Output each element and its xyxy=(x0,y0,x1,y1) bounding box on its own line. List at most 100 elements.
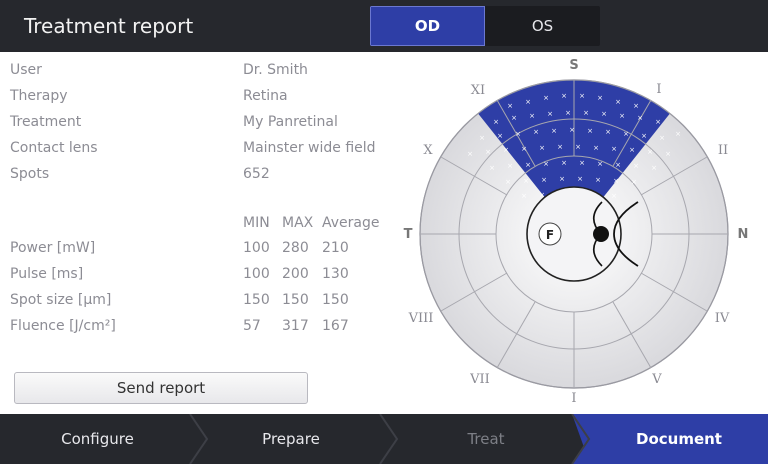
label-sector-xi: XI xyxy=(471,83,485,98)
svg-text:×: × xyxy=(467,150,473,158)
fluence-min: 57 xyxy=(243,318,261,334)
svg-text:×: × xyxy=(507,162,513,170)
svg-text:×: × xyxy=(583,109,589,117)
label-nasal: N xyxy=(738,227,749,242)
svg-text:×: × xyxy=(593,144,599,152)
svg-text:×: × xyxy=(525,98,531,106)
svg-text:×: × xyxy=(623,130,629,138)
label-sector-i-bottom: I xyxy=(571,391,576,406)
svg-text:×: × xyxy=(533,128,539,136)
svg-text:×: × xyxy=(633,162,639,170)
svg-text:×: × xyxy=(497,132,503,140)
svg-text:×: × xyxy=(559,175,565,183)
label-sector-x: X xyxy=(423,143,433,158)
power-max: 280 xyxy=(282,240,309,256)
svg-text:×: × xyxy=(541,176,547,184)
power-average: 210 xyxy=(322,240,349,256)
spot-size-min: 150 xyxy=(243,292,270,308)
label-sector-ii: II xyxy=(718,143,728,158)
spot-size-label: Spot size [µm] xyxy=(10,292,112,308)
svg-text:×: × xyxy=(641,132,647,140)
svg-text:×: × xyxy=(597,94,603,102)
fluence-label: Fluence [J/cm²] xyxy=(10,318,116,334)
power-min: 100 xyxy=(243,240,270,256)
svg-text:×: × xyxy=(651,164,657,172)
label-sector-i-top: I xyxy=(656,82,661,97)
svg-text:×: × xyxy=(507,102,513,110)
svg-text:×: × xyxy=(629,146,635,154)
svg-text:×: × xyxy=(637,114,643,122)
svg-text:×: × xyxy=(579,92,585,100)
os-button[interactable]: OS xyxy=(485,6,600,46)
svg-text:×: × xyxy=(503,146,509,154)
svg-text:×: × xyxy=(525,161,531,169)
power-label: Power [mW] xyxy=(10,240,96,256)
svg-text:×: × xyxy=(493,118,499,126)
average-column-header: Average xyxy=(322,215,380,231)
step-prepare[interactable]: Prepare xyxy=(195,414,387,464)
treatment-label: Treatment xyxy=(10,114,82,130)
spots-value: 652 xyxy=(243,166,270,182)
svg-text:×: × xyxy=(647,148,653,156)
pulse-max: 200 xyxy=(282,266,309,282)
step-document[interactable]: Document xyxy=(590,414,768,464)
step-configure[interactable]: Configure xyxy=(0,414,195,464)
svg-text:×: × xyxy=(613,177,619,185)
title-bar: Treatment report OD OS xyxy=(0,0,768,52)
pulse-average: 130 xyxy=(322,266,349,282)
svg-text:×: × xyxy=(485,148,491,156)
send-report-button[interactable]: Send report xyxy=(14,372,308,404)
svg-text:×: × xyxy=(577,175,583,183)
report-content: User Dr. Smith Therapy Retina Treatment … xyxy=(0,52,768,414)
user-value: Dr. Smith xyxy=(243,62,308,78)
svg-text:×: × xyxy=(611,145,617,153)
svg-text:×: × xyxy=(659,134,665,142)
svg-text:×: × xyxy=(601,110,607,118)
svg-text:×: × xyxy=(505,178,511,186)
spot-size-average: 150 xyxy=(322,292,349,308)
svg-text:×: × xyxy=(655,118,661,126)
user-label: User xyxy=(10,62,42,78)
label-sector-v: V xyxy=(651,372,662,387)
svg-text:×: × xyxy=(561,159,567,167)
svg-text:×: × xyxy=(575,143,581,151)
optic-disc xyxy=(593,226,609,242)
pulse-label: Pulse [ms] xyxy=(10,266,84,282)
spot-size-max: 150 xyxy=(282,292,309,308)
svg-text:×: × xyxy=(515,130,521,138)
svg-text:×: × xyxy=(675,130,681,138)
svg-text:×: × xyxy=(631,178,637,186)
svg-text:×: × xyxy=(489,164,495,172)
label-sector-vii: VII xyxy=(469,372,490,387)
svg-text:×: × xyxy=(521,145,527,153)
svg-text:×: × xyxy=(595,176,601,184)
od-button[interactable]: OD xyxy=(370,6,485,46)
spots-label: Spots xyxy=(10,166,50,182)
svg-text:×: × xyxy=(551,127,557,135)
label-sector-iv: IV xyxy=(715,311,730,326)
step-treat[interactable]: Treat xyxy=(390,414,582,464)
svg-text:×: × xyxy=(615,161,621,169)
label-superior: S xyxy=(569,58,578,73)
svg-text:×: × xyxy=(605,128,611,136)
svg-text:×: × xyxy=(523,177,529,185)
contact-lens-value: Mainster wide field xyxy=(243,140,376,156)
fovea-label: F xyxy=(546,228,554,242)
svg-text:×: × xyxy=(479,134,485,142)
svg-text:×: × xyxy=(547,110,553,118)
svg-text:×: × xyxy=(611,192,617,200)
svg-text:×: × xyxy=(529,112,535,120)
svg-text:×: × xyxy=(633,102,639,110)
svg-text:×: × xyxy=(561,92,567,100)
svg-text:×: × xyxy=(539,144,545,152)
contact-lens-label: Contact lens xyxy=(10,140,98,156)
svg-text:×: × xyxy=(619,112,625,120)
label-sector-viii: VIII xyxy=(408,311,434,326)
min-column-header: MIN xyxy=(243,215,270,231)
svg-text:×: × xyxy=(615,98,621,106)
svg-text:×: × xyxy=(569,126,575,134)
svg-text:×: × xyxy=(665,150,671,158)
svg-text:×: × xyxy=(587,127,593,135)
therapy-value: Retina xyxy=(243,88,288,104)
treatment-value: My Panretinal xyxy=(243,114,338,130)
